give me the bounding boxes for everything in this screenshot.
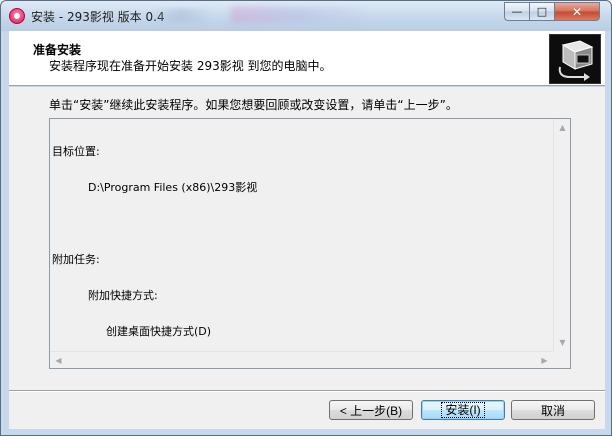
close-button[interactable]: ✕ [554,2,600,21]
shortcut-group: 附加快捷方式: [88,289,158,302]
installer-window: 安装 - 293影视 版本 0.4 — □ ✕ 准备安装 安装程序现在准备开始安… [0,0,612,436]
install-button-label: 安装(I) [441,402,485,418]
back-button[interactable]: < 上一步(B) [329,400,413,420]
dest-value: D:\Program Files (x86)\293影视 [88,181,258,194]
ready-memo[interactable]: 目标位置: D:\Program Files (x86)\293影视 附加任务:… [49,118,571,369]
installer-box-icon [549,34,601,84]
back-button-label: < 上一步(B) [339,403,403,418]
install-button[interactable]: 安装(I) [421,400,505,420]
instruction-text: 单击“安装”继续此安装程序。如果您想要回顾或改变设置，请单击“上一步”。 [49,98,458,112]
window-frame-bottom [1,429,611,435]
maximize-icon: □ [536,5,548,18]
cancel-button-label: 取消 [540,403,565,418]
shortcut-item: 创建桌面快捷方式(D) [106,325,212,338]
maximize-button[interactable]: □ [529,2,555,21]
wizard-footer: < 上一步(B) 安装(I) 取消 [9,392,605,429]
scroll-right-icon[interactable]: ▶ [536,352,553,369]
horizontal-scrollbar[interactable]: ◀ ▶ [50,351,553,368]
scroll-up-icon[interactable]: ▲ [554,119,571,136]
close-icon: ✕ [571,4,583,19]
memo-content: 目标位置: D:\Program Files (x86)\293影视 附加任务:… [52,122,548,350]
vertical-scrollbar[interactable]: ▲ ▼ [553,119,570,351]
minimize-button[interactable]: — [504,2,530,21]
scrollbar-corner [553,351,570,368]
cancel-button[interactable]: 取消 [511,400,595,420]
dest-label: 目标位置: [52,145,100,158]
wizard-body: 单击“安装”继续此安装程序。如果您想要回顾或改变设置，请单击“上一步”。 目标位… [9,87,605,390]
wizard-header: 准备安装 安装程序现在准备开始安装 293影视 到您的电脑中。 [9,31,605,86]
title-bar-reflection [231,7,371,23]
app-icon[interactable] [9,8,25,24]
scroll-down-icon[interactable]: ▼ [554,334,571,351]
window-title: 安装 - 293影视 版本 0.4 [31,10,165,24]
minimize-icon: — [511,5,523,18]
title-bar-reflection [151,9,211,23]
memo-blank-line [52,218,548,230]
page-subtitle: 安装程序现在准备开始安装 293影视 到您的电脑中。 [49,59,332,73]
tasks-label: 附加任务: [52,253,100,266]
page-title: 准备安装 [33,43,82,57]
scroll-left-icon[interactable]: ◀ [50,352,67,369]
title-bar[interactable]: 安装 - 293影视 版本 0.4 — □ ✕ [1,1,611,31]
